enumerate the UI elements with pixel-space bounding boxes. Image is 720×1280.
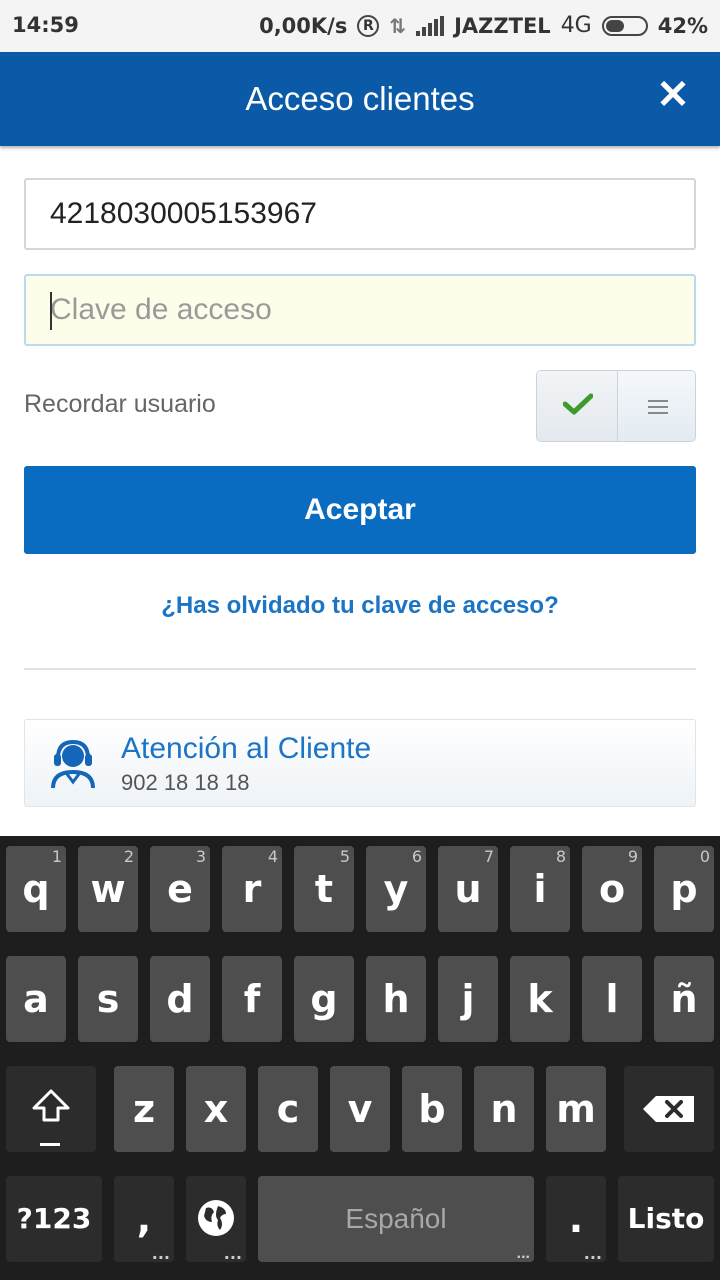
- battery-icon: [601, 15, 648, 36]
- shift-indicator: [40, 1143, 60, 1146]
- key-o[interactable]: o9: [582, 846, 642, 932]
- check-icon: [563, 393, 593, 415]
- key-u[interactable]: u7: [438, 846, 498, 932]
- shift-key[interactable]: [6, 1066, 96, 1152]
- key-l[interactable]: l: [582, 956, 642, 1042]
- done-key[interactable]: Listo: [618, 1176, 714, 1262]
- remember-user-toggle[interactable]: [536, 370, 696, 442]
- key-c[interactable]: c: [258, 1066, 318, 1152]
- key-z[interactable]: z: [114, 1066, 174, 1152]
- language-key[interactable]: ...: [186, 1176, 246, 1262]
- key-f[interactable]: f: [222, 956, 282, 1042]
- key-r[interactable]: r4: [222, 846, 282, 932]
- signal-icon: [416, 15, 445, 36]
- headset-agent-icon: [51, 739, 95, 789]
- backspace-key[interactable]: [624, 1066, 714, 1152]
- key-d[interactable]: d: [150, 956, 210, 1042]
- key-a[interactable]: a: [6, 956, 66, 1042]
- forgot-password-link[interactable]: ¿Has olvidado tu clave de acceso?: [0, 592, 720, 620]
- app-header: Acceso clientes ✕: [0, 52, 720, 146]
- period-key[interactable]: ....: [546, 1176, 606, 1262]
- key-n-tilde[interactable]: ñ: [654, 956, 714, 1042]
- user-field[interactable]: 4218030005153967: [24, 178, 696, 250]
- password-field[interactable]: Clave de acceso: [24, 274, 696, 346]
- key-j[interactable]: j: [438, 956, 498, 1042]
- password-placeholder: Clave de acceso: [50, 293, 272, 326]
- page-title: Acceso clientes: [245, 80, 475, 117]
- key-s[interactable]: s: [78, 956, 138, 1042]
- on-screen-keyboard: q1 w2 e3 r4 t5 y6 u7 i8 o9 p0 a s d f g …: [0, 836, 720, 1280]
- close-icon[interactable]: ✕: [652, 74, 694, 116]
- key-t[interactable]: t5: [294, 846, 354, 932]
- key-v[interactable]: v: [330, 1066, 390, 1152]
- status-carrier: JAZZTEL: [454, 13, 551, 38]
- status-battery: 42%: [657, 13, 708, 38]
- backspace-icon: [643, 1096, 694, 1122]
- space-key[interactable]: Español...: [258, 1176, 534, 1262]
- text-cursor: [50, 292, 52, 330]
- data-transfer-icon: ⇅: [389, 13, 407, 38]
- toggle-off-segment[interactable]: [617, 371, 695, 441]
- key-y[interactable]: y6: [366, 846, 426, 932]
- key-g[interactable]: g: [294, 956, 354, 1042]
- divider: [24, 668, 696, 670]
- globe-icon: [198, 1200, 234, 1236]
- accept-button[interactable]: Aceptar: [24, 466, 696, 554]
- customer-support-card[interactable]: Atención al Cliente 902 18 18 18: [24, 719, 696, 807]
- status-indicators: 0,00K/s R ⇅ JAZZTEL 4G 42%: [259, 13, 708, 38]
- key-n[interactable]: n: [474, 1066, 534, 1152]
- key-p[interactable]: p0: [654, 846, 714, 932]
- status-speed: 0,00K/s: [259, 13, 348, 38]
- remember-user-label: Recordar usuario: [24, 390, 216, 418]
- registered-icon: R: [357, 14, 380, 37]
- key-b[interactable]: b: [402, 1066, 462, 1152]
- key-h[interactable]: h: [366, 956, 426, 1042]
- key-e[interactable]: e3: [150, 846, 210, 932]
- key-x[interactable]: x: [186, 1066, 246, 1152]
- support-title: Atención al Cliente: [121, 732, 372, 765]
- shift-icon: [32, 1089, 70, 1122]
- key-q[interactable]: q1: [6, 846, 66, 932]
- status-time: 14:59: [12, 13, 79, 37]
- key-w[interactable]: w2: [78, 846, 138, 932]
- comma-key[interactable]: ,...: [114, 1176, 174, 1262]
- status-network: 4G: [560, 13, 592, 38]
- toggle-on-segment[interactable]: [537, 371, 617, 441]
- lines-icon: [648, 400, 668, 418]
- key-k[interactable]: k: [510, 956, 570, 1042]
- symbols-key[interactable]: ?123: [6, 1176, 102, 1262]
- status-bar: 14:59 0,00K/s R ⇅ JAZZTEL 4G 42%: [0, 0, 720, 52]
- key-i[interactable]: i8: [510, 846, 570, 932]
- key-m[interactable]: m: [546, 1066, 606, 1152]
- support-phone: 902 18 18 18: [121, 770, 250, 795]
